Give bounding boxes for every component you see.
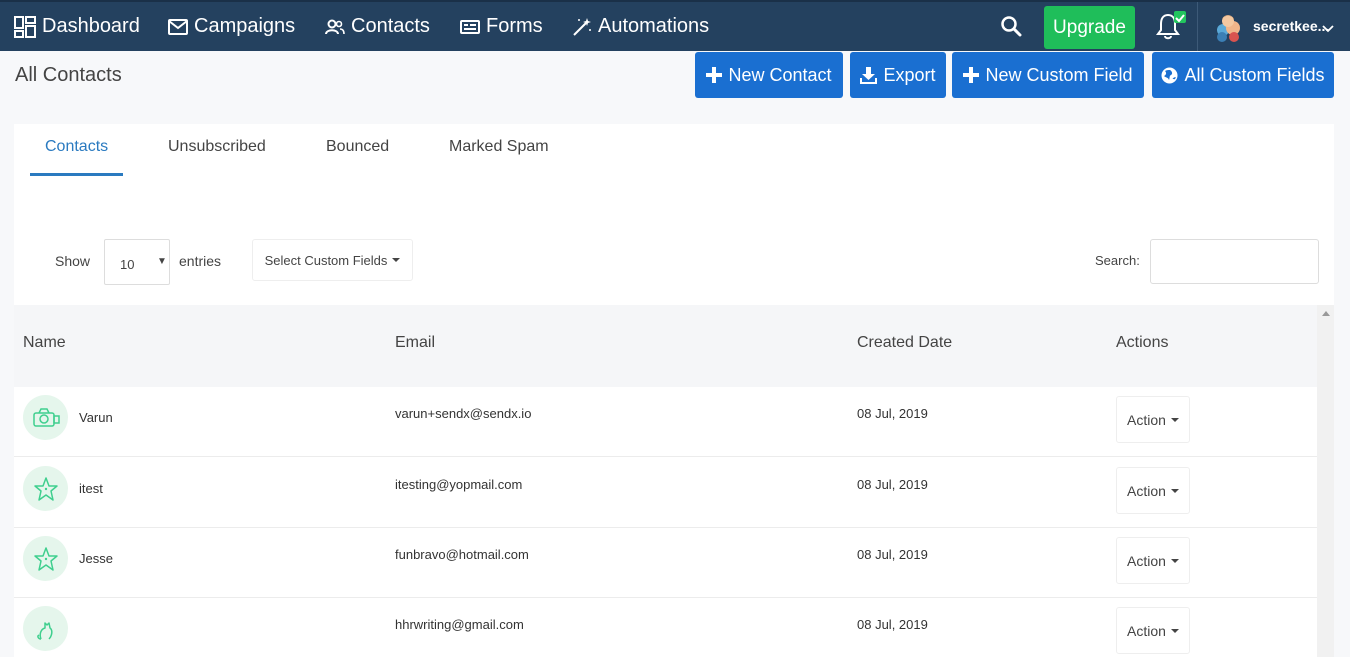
magic-wand-icon (573, 17, 591, 36)
envelope-icon (168, 18, 188, 35)
contact-email: funbravo@hotmail.com (395, 547, 529, 562)
table-row: Jesse funbravo@hotmail.com 08 Jul, 2019 … (14, 528, 1317, 598)
nav-contacts[interactable]: Contacts (325, 2, 430, 51)
tab-bounced[interactable]: Bounced (326, 138, 389, 156)
action-dropdown-button[interactable]: Action (1116, 607, 1190, 654)
contact-created-date: 08 Jul, 2019 (857, 617, 928, 632)
export-button[interactable]: Export (850, 52, 946, 98)
action-dropdown-button[interactable]: Action (1116, 396, 1190, 443)
action-dropdown-button[interactable]: Action (1116, 537, 1190, 584)
nav-automations-label: Automations (598, 15, 710, 37)
contact-avatar (23, 466, 68, 511)
table-row: hhrwriting@gmail.com 08 Jul, 2019 Action (14, 598, 1317, 657)
table-scrollbar[interactable] (1317, 305, 1334, 657)
scroll-up-icon[interactable] (1322, 311, 1330, 316)
column-header-email[interactable]: Email (395, 334, 435, 352)
plus-icon (706, 67, 723, 83)
nav-forms[interactable]: Forms (460, 2, 543, 51)
nav-divider (1197, 2, 1198, 51)
user-avatar[interactable] (1213, 12, 1243, 42)
contact-email: hhrwriting@gmail.com (395, 617, 524, 632)
search-input[interactable] (1150, 239, 1319, 284)
tab-unsubscribed[interactable]: Unsubscribed (168, 138, 266, 156)
entries-select[interactable]: 10 ▼ (104, 239, 170, 285)
select-arrow-icon: ▼ (157, 256, 167, 267)
nav-contacts-label: Contacts (351, 15, 430, 37)
cat-icon (36, 621, 53, 640)
caret-down-icon (392, 258, 401, 262)
contact-name: itest (79, 481, 103, 496)
new-contact-label: New Contact (728, 64, 832, 85)
new-contact-button[interactable]: New Contact (695, 52, 843, 98)
new-custom-field-button[interactable]: New Custom Field (952, 52, 1144, 98)
caret-down-icon (1170, 488, 1179, 493)
entries-value: 10 (120, 257, 135, 272)
export-label: Export (883, 64, 936, 85)
starfish-icon (33, 476, 58, 501)
caret-down-icon (1170, 558, 1179, 563)
action-label: Action (1127, 552, 1166, 569)
nav-forms-label: Forms (486, 15, 543, 37)
column-header-actions: Actions (1116, 334, 1169, 351)
dashboard-icon (14, 15, 36, 38)
all-custom-fields-button[interactable]: All Custom Fields (1152, 52, 1334, 98)
tab-contacts[interactable]: Contacts (45, 138, 108, 156)
active-tab-indicator (30, 173, 123, 176)
contacts-card: Contacts Unsubscribed Bounced Marked Spa… (14, 124, 1334, 657)
nav-automations[interactable]: Automations (572, 2, 709, 51)
select-custom-fields-label: Select Custom Fields (264, 252, 388, 268)
contact-name: Jesse (79, 551, 113, 566)
globe-icon (1161, 67, 1178, 83)
entries-label: entries (179, 253, 222, 269)
action-label: Action (1127, 482, 1166, 499)
table-row: itest itesting@yopmail.com 08 Jul, 2019 … (14, 458, 1317, 528)
plus-icon (963, 67, 980, 83)
nav-campaigns-label: Campaigns (194, 15, 296, 37)
chevron-down-icon[interactable] (1322, 20, 1334, 38)
caret-down-icon (1170, 628, 1179, 633)
nav-dashboard-label: Dashboard (42, 15, 140, 37)
notification-badge (1174, 11, 1186, 23)
starfish-icon (33, 546, 58, 571)
search-label: Search: (1095, 253, 1140, 268)
contact-email: itesting@yopmail.com (395, 477, 523, 492)
contact-created-date: 08 Jul, 2019 (857, 547, 928, 562)
users-icon (325, 19, 345, 34)
upgrade-button[interactable]: Upgrade (1044, 6, 1135, 49)
contact-avatar (23, 606, 68, 651)
contact-created-date: 08 Jul, 2019 (857, 477, 928, 492)
table-row: Varun varun+sendx@sendx.io 08 Jul, 2019 … (14, 387, 1317, 457)
nav-dashboard[interactable]: Dashboard (14, 2, 140, 51)
search-icon[interactable] (1000, 15, 1022, 42)
nav-campaigns[interactable]: Campaigns (168, 2, 295, 51)
all-custom-fields-label: All Custom Fields (1184, 64, 1325, 85)
select-custom-fields-dropdown[interactable]: Select Custom Fields (252, 239, 413, 281)
table-header: Name Email Created Date Actions (14, 305, 1317, 387)
column-header-created-date[interactable]: Created Date (857, 334, 952, 352)
column-header-name[interactable]: Name (23, 334, 66, 352)
user-name[interactable]: secretkee... (1253, 18, 1329, 34)
caret-down-icon (1170, 417, 1179, 422)
show-label: Show (55, 253, 91, 269)
camera-icon (32, 407, 60, 427)
page-title: All Contacts (15, 64, 122, 86)
form-icon (460, 19, 480, 34)
action-dropdown-button[interactable]: Action (1116, 467, 1190, 514)
download-icon (860, 66, 878, 84)
contact-email: varun+sendx@sendx.io (395, 406, 532, 421)
contact-created-date: 08 Jul, 2019 (857, 406, 928, 421)
action-label: Action (1127, 622, 1166, 639)
action-label: Action (1127, 411, 1166, 428)
contact-name: Varun (79, 410, 113, 425)
tab-marked-spam[interactable]: Marked Spam (449, 138, 549, 156)
contact-avatar (23, 395, 68, 440)
top-navbar: Dashboard Campaigns Contacts Forms Autom… (0, 0, 1350, 51)
contact-avatar (23, 536, 68, 581)
new-custom-field-label: New Custom Field (985, 64, 1133, 85)
